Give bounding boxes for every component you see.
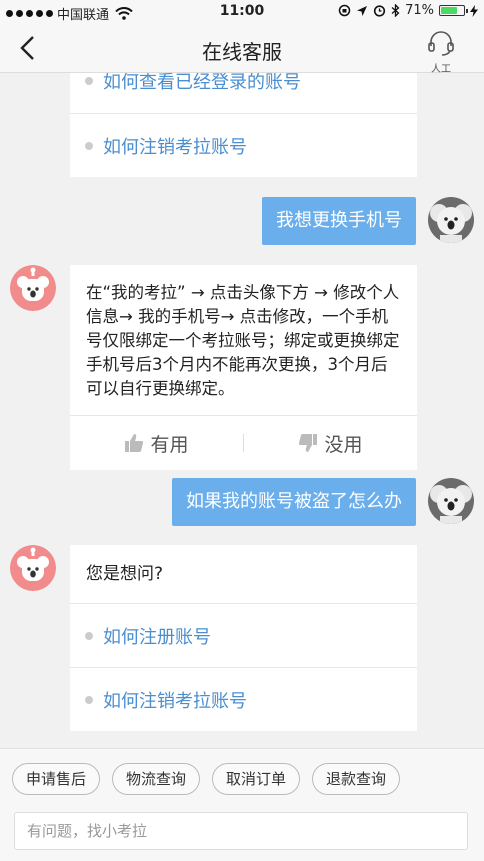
bullet-icon <box>85 631 93 640</box>
quick-actions: 申请售后 物流查询 取消订单 退款查询 <box>12 763 401 795</box>
quick-action-cancel-order[interactable]: 取消订单 <box>212 763 301 795</box>
useful-button[interactable]: 有用 <box>70 430 243 457</box>
koala-robot-icon <box>10 265 56 311</box>
bot-message-text: 在“我的考拉” → 点击头像下方 → 修改个人信息→ 我的手机号→ 点击修改，一… <box>86 283 400 398</box>
page-title: 在线客服 <box>202 40 282 64</box>
options-card: 如何查看已经登录的账号 如何注销考拉账号 <box>70 73 417 177</box>
orientation-lock-icon <box>338 4 351 17</box>
useless-label: 没用 <box>324 433 363 456</box>
status-right: 71% <box>338 3 478 18</box>
battery-fill <box>441 7 457 14</box>
bullet-icon <box>85 77 93 85</box>
bot-reply-card: 在“我的考拉” → 点击头像下方 → 修改个人信息→ 我的手机号→ 点击修改，一… <box>70 265 417 470</box>
bottom-bar: 申请售后 物流查询 取消订单 退款查询 有问题，找小考拉 <box>0 748 484 861</box>
status-bar: 中国联通 11:00 71% <box>0 0 484 24</box>
feedback-bar: 有用 没用 <box>70 415 417 470</box>
bot-avatar <box>10 545 56 591</box>
human-service-button[interactable]: 人工 <box>424 28 458 75</box>
thumbs-down-icon <box>299 434 318 452</box>
bullet-icon <box>85 141 93 150</box>
quick-action-refund[interactable]: 退款查询 <box>312 763 401 795</box>
koala-avatar-icon <box>428 478 474 524</box>
bot-avatar <box>10 265 56 311</box>
headset-icon <box>428 31 454 56</box>
user-avatar[interactable] <box>428 478 474 524</box>
option-item[interactable]: 如何注销考拉账号 <box>70 113 417 177</box>
option-link[interactable]: 如何注册账号 <box>103 623 211 649</box>
user-avatar[interactable] <box>428 197 474 243</box>
koala-robot-icon <box>10 545 56 591</box>
user-message-bubble: 如果我的账号被盗了怎么办 <box>172 478 416 526</box>
thumbs-up-icon <box>125 434 144 452</box>
message-input[interactable]: 有问题，找小考拉 <box>14 812 468 850</box>
option-item[interactable]: 如何注册账号 <box>70 603 417 667</box>
battery-percent: 71% <box>405 3 434 18</box>
useless-button[interactable]: 没用 <box>244 430 417 457</box>
user-message-bubble: 我想更换手机号 <box>262 197 416 245</box>
nav-bar: 在线客服 人工 <box>0 24 484 75</box>
bullet-icon <box>85 695 93 704</box>
charging-icon <box>470 4 478 17</box>
bot-options-card: 您是想问? 如何注册账号 如何注销考拉账号 <box>70 545 417 731</box>
koala-avatar-icon <box>428 197 474 243</box>
chat-area[interactable]: 如何查看已经登录的账号 如何注销考拉账号 我想更换手机号 在“我的考拉” → 点… <box>0 73 484 748</box>
option-link[interactable]: 如何注销考拉账号 <box>103 133 247 159</box>
quick-action-logistics[interactable]: 物流查询 <box>112 763 201 795</box>
battery-icon <box>439 5 468 16</box>
option-link[interactable]: 如何查看已经登录的账号 <box>103 73 301 94</box>
alarm-icon <box>373 5 386 17</box>
quick-action-after-sales[interactable]: 申请售后 <box>12 763 101 795</box>
option-item[interactable]: 如何注销考拉账号 <box>70 667 417 731</box>
useful-label: 有用 <box>150 433 189 456</box>
option-link[interactable]: 如何注销考拉账号 <box>103 687 247 713</box>
bot-question-title: 您是想问? <box>86 564 164 584</box>
location-icon <box>357 5 368 16</box>
bluetooth-icon <box>391 4 400 17</box>
option-item[interactable]: 如何查看已经登录的账号 <box>70 73 417 113</box>
